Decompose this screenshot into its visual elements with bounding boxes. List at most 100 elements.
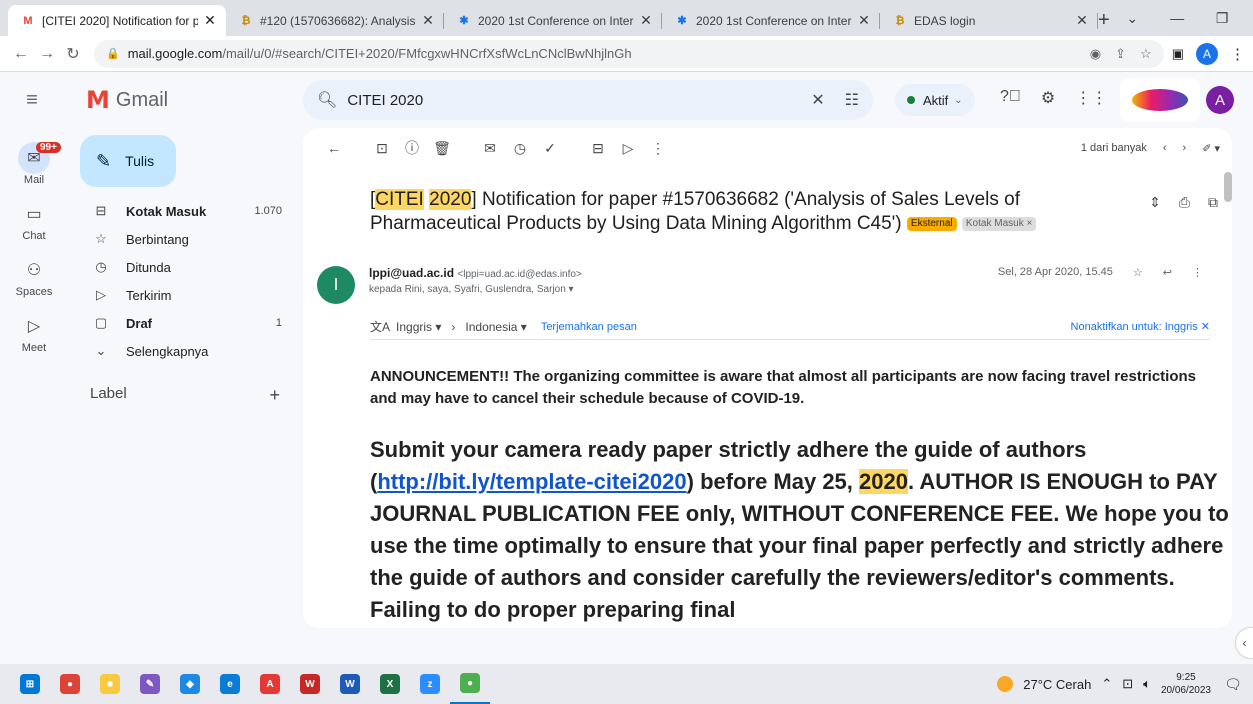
star-icon[interactable]: ☆ <box>1133 266 1143 279</box>
tray-overflow-icon[interactable]: ⌃ <box>1101 676 1112 692</box>
previous-icon[interactable]: ‹ <box>1163 142 1167 154</box>
scrollbar[interactable] <box>1224 172 1232 202</box>
new-tab-button[interactable]: + <box>1098 5 1110 36</box>
tab-close-icon[interactable]: ✕ <box>420 12 436 29</box>
more-icon[interactable]: ⋮ <box>643 140 673 157</box>
search-icon[interactable]: 🔍︎ <box>317 90 337 110</box>
network-icon[interactable]: ⊡ <box>1122 676 1133 692</box>
taskbar-word-icon[interactable]: W <box>330 664 370 704</box>
taskbar-app-blue-icon[interactable]: ◆ <box>170 664 210 704</box>
turn-off-translation[interactable]: Nonaktifkan untuk: Inggris ✕ <box>1071 320 1210 333</box>
browser-tab[interactable]: ✱ 2020 1st Conference on Inter ✕ <box>444 5 662 36</box>
browser-tab[interactable]: ₿ EDAS login ✕ <box>880 5 1098 36</box>
weather-icon[interactable] <box>997 676 1014 692</box>
delete-icon[interactable]: 🗑︎ <box>427 140 457 157</box>
nav-item-terkirim[interactable]: ▷ Terkirim <box>68 283 300 307</box>
browser-menu-icon[interactable]: ⋮ <box>1230 45 1245 63</box>
message-more-icon[interactable]: ⋮ <box>1192 266 1203 279</box>
apps-grid-icon[interactable]: ⋮⋮ <box>1075 88 1107 108</box>
nav-item-draf[interactable]: ▢ Draf 1 <box>68 311 300 335</box>
nav-item-berbintang[interactable]: ☆ Berbintang <box>68 227 300 251</box>
main-menu-icon[interactable]: ≡ <box>8 89 56 112</box>
clear-search-icon[interactable]: ✕ <box>811 90 824 110</box>
taskbar-chrome-profile-icon[interactable]: ● <box>450 664 490 704</box>
close-window-icon[interactable]: ✕ <box>1245 10 1253 27</box>
inbox-label-chip[interactable]: Kotak Masuk × <box>961 217 1037 231</box>
browser-tab[interactable]: M [CITEI 2020] Notification for p ✕ <box>8 5 226 36</box>
add-label-button[interactable]: + <box>269 385 280 406</box>
weather-text[interactable]: 27°C Cerah <box>1023 677 1091 692</box>
reply-icon[interactable]: ↩ <box>1163 266 1172 279</box>
taskbar-wps-icon[interactable]: W <box>290 664 330 704</box>
taskbar-start-icon[interactable]: ⊞ <box>10 664 50 704</box>
clock[interactable]: 9:25 20/06/2023 <box>1161 671 1211 697</box>
taskbar-chrome-icon[interactable]: ● <box>50 664 90 704</box>
label-icon[interactable]: ▷ <box>613 140 643 157</box>
input-tools-icon[interactable]: ✐ ▾ <box>1202 142 1220 155</box>
back-to-list-icon[interactable]: ← <box>319 140 349 156</box>
tab-close-icon[interactable]: ✕ <box>638 12 654 29</box>
source-language-select[interactable]: Inggris ▾ <box>396 320 441 334</box>
forward-icon[interactable]: → <box>34 41 60 67</box>
search-input[interactable]: CITEI 2020 <box>347 92 791 109</box>
reload-icon[interactable]: ↻ <box>60 41 86 67</box>
side-panel-toggle[interactable]: ‹ <box>1236 628 1253 658</box>
rail-item-chat[interactable]: ▭ Chat <box>0 198 68 242</box>
status-chip[interactable]: Aktif ⌄ <box>895 84 975 116</box>
taskbar-zoom-icon[interactable]: z <box>410 664 450 704</box>
sender-name[interactable]: lppi@uad.ac.id <box>369 266 454 280</box>
taskbar-acrobat-icon[interactable]: A <box>250 664 290 704</box>
sender-avatar[interactable]: l <box>317 266 355 304</box>
search-bar[interactable]: 🔍︎ CITEI 2020 ✕ ☷ <box>303 80 873 120</box>
browser-tab[interactable]: ✱ 2020 1st Conference on Inter ✕ <box>662 5 880 36</box>
compose-button[interactable]: ✎ Tulis <box>80 135 176 187</box>
taskbar-excel-icon[interactable]: X <box>370 664 410 704</box>
rail-item-meet[interactable]: ▷ Meet <box>0 310 68 354</box>
bookmark-star-icon[interactable]: ☆ <box>1140 46 1152 62</box>
nav-item-ditunda[interactable]: ◷ Ditunda <box>68 255 300 279</box>
help-icon[interactable]: ?⃝ <box>1000 88 1021 108</box>
open-new-window-icon[interactable]: ⧉ <box>1208 194 1218 211</box>
address-bar[interactable]: 🔒 mail.google.com/mail/u/0/#search/CITEI… <box>94 39 1164 68</box>
taskbar-file-explorer-icon[interactable]: ■ <box>90 664 130 704</box>
template-link[interactable]: http://bit.ly/template-citei2020 <box>377 469 686 494</box>
target-language-select[interactable]: Indonesia ▾ <box>465 320 526 334</box>
minimize-icon[interactable]: — <box>1155 10 1200 26</box>
lock-icon[interactable]: 🔒 <box>106 47 120 60</box>
move-to-icon[interactable]: ⊟ <box>583 140 613 157</box>
snooze-icon[interactable]: ◷ <box>505 140 535 157</box>
taskbar-edge-icon[interactable]: e <box>210 664 250 704</box>
taskbar-paint-icon[interactable]: ✎ <box>130 664 170 704</box>
organization-logo[interactable] <box>1120 78 1200 122</box>
rail-item-mail[interactable]: ✉ 99+ Mail <box>0 142 68 186</box>
share-icon[interactable]: ⇪ <box>1115 46 1126 62</box>
archive-icon[interactable]: ⊡ <box>367 140 397 157</box>
sidepanel-icon[interactable]: ▣ <box>1172 46 1184 62</box>
account-avatar[interactable]: A <box>1206 86 1234 114</box>
report-spam-icon[interactable]: ⓘ <box>397 138 427 158</box>
add-task-icon[interactable]: ✓ <box>535 140 565 157</box>
settings-gear-icon[interactable]: ⚙ <box>1041 88 1055 108</box>
gmail-logo[interactable]: M Gmail <box>86 86 271 114</box>
rail-item-spaces[interactable]: ⚇ Spaces <box>0 254 68 298</box>
translate-message-link[interactable]: Terjemahkan pesan <box>541 321 637 333</box>
tab-close-icon[interactable]: ✕ <box>202 12 218 29</box>
volume-icon[interactable]: 🔈︎ <box>1143 676 1151 692</box>
nav-item-kotak-masuk[interactable]: ⊟ Kotak Masuk 1.070 <box>68 199 300 223</box>
browser-profile-avatar[interactable]: A <box>1196 42 1218 65</box>
tab-close-icon[interactable]: ✕ <box>1074 12 1090 29</box>
browser-tab[interactable]: ₿ #120 (1570636682): Analysis ✕ <box>226 5 444 36</box>
recipients[interactable]: kepada Rini, saya, Syafri, Guslendra, Sa… <box>369 284 574 295</box>
notifications-icon[interactable]: 🗨︎ <box>1221 672 1245 696</box>
tab-close-icon[interactable]: ✕ <box>856 12 872 29</box>
maximize-icon[interactable]: ❐ <box>1200 10 1245 27</box>
tab-search-icon[interactable]: ⌄ <box>1110 10 1155 27</box>
collapse-all-icon[interactable]: ⇕ <box>1149 194 1161 211</box>
nav-item-selengkapnya[interactable]: ⌄ Selengkapnya <box>68 339 300 363</box>
next-icon[interactable]: › <box>1183 142 1187 154</box>
back-icon[interactable]: ← <box>8 41 34 67</box>
print-icon[interactable]: ⎙ <box>1179 194 1190 211</box>
mark-unread-icon[interactable]: ✉ <box>475 140 505 157</box>
search-options-icon[interactable]: ☷ <box>845 90 859 110</box>
eye-icon[interactable]: ◉ <box>1090 46 1101 62</box>
